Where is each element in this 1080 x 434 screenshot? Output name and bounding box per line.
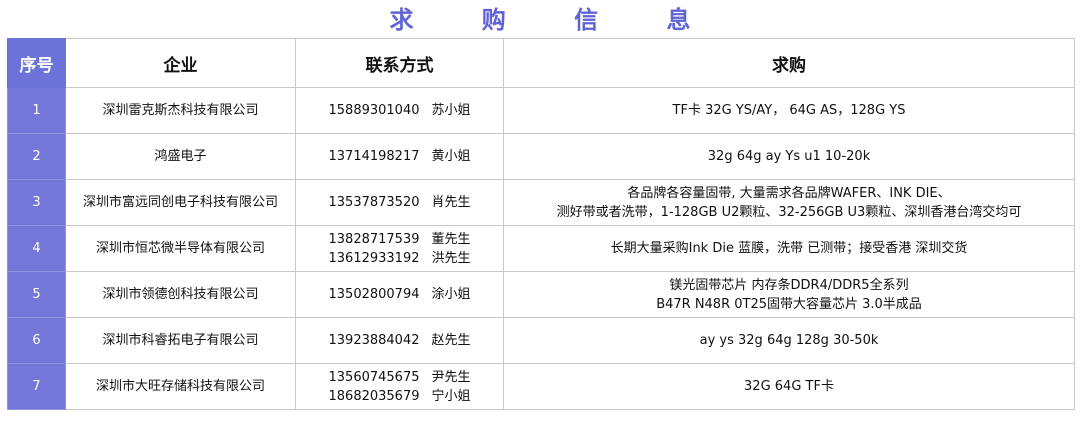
table-row: 6 深圳市科睿拓电子有限公司 13923884042 赵先生 ay ys 32g … [7, 317, 1075, 364]
contact-line: 13537873520 肖先生 [300, 193, 499, 212]
demand-cell: TF卡 32G YS/AY， 64G AS，128G YS [503, 87, 1075, 134]
row-number: 6 [7, 317, 66, 364]
contact-cell: 13560745675 尹先生 18682035679 宁小姐 [295, 363, 504, 410]
header-company: 企业 [65, 38, 296, 88]
contact-line: 13923884042 赵先生 [300, 331, 499, 350]
contact-line: 13828717539 董先生 [300, 230, 499, 249]
header-contact: 联系方式 [295, 38, 504, 88]
contact-cell: 13714198217 黄小姐 [295, 133, 504, 180]
contact-line: 15889301040 苏小姐 [300, 101, 499, 120]
contact-phone: 18682035679 [328, 388, 420, 404]
contact-person: 洪先生 [431, 250, 471, 266]
demand-line: 各品牌各容量固带, 大量需求各品牌WAFER、INK DIE、 [627, 185, 951, 201]
demand-cell: 32G 64G TF卡 [503, 363, 1075, 410]
contact-cell: 13502800794 涂小姐 [295, 271, 504, 318]
contact-person: 苏小姐 [431, 103, 471, 118]
row-number: 2 [7, 133, 66, 180]
contact-phone: 13537873520 [328, 195, 420, 210]
demand-cell: 32g 64g ay Ys u1 10-20k [503, 133, 1075, 180]
table-header-row: 序号 企业 联系方式 求购 [7, 38, 1075, 88]
contact-person: 董先生 [431, 231, 471, 247]
contact-cell: 13923884042 赵先生 [295, 317, 504, 364]
demand-line: 镁光固带芯片 内存条DDR4/DDR5全系列 [669, 277, 909, 293]
purchase-info-table: 序号 企业 联系方式 求购 1 深圳雷克斯杰科技有限公司 15889301040… [7, 38, 1075, 410]
contact-phone: 13828717539 [328, 231, 420, 247]
row-number: 7 [7, 363, 66, 410]
page-title: 求 购 信 息 [389, 6, 721, 34]
table-row: 1 深圳雷克斯杰科技有限公司 15889301040 苏小姐 TF卡 32G YS… [7, 87, 1075, 134]
contact-line: 13502800794 涂小姐 [300, 285, 499, 304]
table-row: 2 鸿盛电子 13714198217 黄小姐 32g 64g ay Ys u1 1… [7, 133, 1075, 180]
company-name: 深圳市科睿拓电子有限公司 [65, 317, 296, 364]
header-demand: 求购 [503, 38, 1075, 88]
company-name: 深圳市领德创科技有限公司 [65, 271, 296, 318]
demand-cell: 各品牌各容量固带, 大量需求各品牌WAFER、INK DIE、 测好带或者洗带，… [503, 179, 1075, 226]
table-row: 3 深圳市富远同创电子科技有限公司 13537873520 肖先生 各品牌各容量固… [7, 179, 1075, 226]
demand-line: 32g 64g ay Ys u1 10-20k [707, 149, 871, 164]
demand-line: 32G 64G TF卡 [744, 379, 834, 394]
contact-phone: 13714198217 [328, 149, 420, 164]
contact-person: 涂小姐 [431, 287, 471, 302]
contact-person: 赵先生 [431, 333, 471, 348]
table-row: 5 深圳市领德创科技有限公司 13502800794 涂小姐 镁光固带芯片 内存条… [7, 271, 1075, 318]
company-name: 深圳市恒芯微半导体有限公司 [65, 225, 296, 272]
contact-line: 13560745675 尹先生 [300, 368, 499, 387]
contact-cell: 13828717539 董先生 13612933192 洪先生 [295, 225, 504, 272]
demand-line: ay ys 32g 64g 128g 30-50k [699, 333, 879, 348]
contact-cell: 13537873520 肖先生 [295, 179, 504, 226]
contact-person: 黄小姐 [431, 149, 471, 164]
contact-phone: 13923884042 [328, 333, 420, 348]
contact-person: 尹先生 [431, 369, 471, 385]
contact-cell: 15889301040 苏小姐 [295, 87, 504, 134]
contact-person: 肖先生 [431, 195, 471, 210]
contact-phone: 13502800794 [328, 287, 420, 302]
table-row: 4 深圳市恒芯微半导体有限公司 13828717539 董先生 136129331… [7, 225, 1075, 272]
row-number: 5 [7, 271, 66, 318]
company-name: 深圳市富远同创电子科技有限公司 [65, 179, 296, 226]
contact-phone: 15889301040 [328, 103, 420, 118]
demand-cell: ay ys 32g 64g 128g 30-50k [503, 317, 1075, 364]
demand-line: 长期大量采购Ink Die 蓝膜，洗带 已测带；接受香港 深圳交货 [610, 241, 968, 256]
company-name: 深圳市大旺存储科技有限公司 [65, 363, 296, 410]
company-name: 深圳雷克斯杰科技有限公司 [65, 87, 296, 134]
row-number: 4 [7, 225, 66, 272]
demand-line: B47R N48R 0T25固带大容量芯片 3.0半成品 [656, 296, 922, 312]
contact-line: 13714198217 黄小姐 [300, 147, 499, 166]
demand-cell: 长期大量采购Ink Die 蓝膜，洗带 已测带；接受香港 深圳交货 [503, 225, 1075, 272]
header-no: 序号 [7, 38, 66, 88]
contact-phone: 13560745675 [328, 369, 420, 385]
demand-line: TF卡 32G YS/AY， 64G AS，128G YS [672, 103, 906, 118]
contact-phone: 13612933192 [328, 250, 420, 266]
company-name: 鸿盛电子 [65, 133, 296, 180]
contact-line: 18682035679 宁小姐 [300, 387, 499, 406]
contact-line: 13612933192 洪先生 [300, 249, 499, 268]
row-number: 3 [7, 179, 66, 226]
table-row: 7 深圳市大旺存储科技有限公司 13560745675 尹先生 186820356… [7, 363, 1075, 410]
contact-person: 宁小姐 [431, 388, 471, 404]
demand-line: 测好带或者洗带，1-128GB U2颗粒、32-256GB U3颗粒、深圳香港台… [556, 204, 1022, 220]
row-number: 1 [7, 87, 66, 134]
demand-cell: 镁光固带芯片 内存条DDR4/DDR5全系列 B47R N48R 0T25固带大… [503, 271, 1075, 318]
